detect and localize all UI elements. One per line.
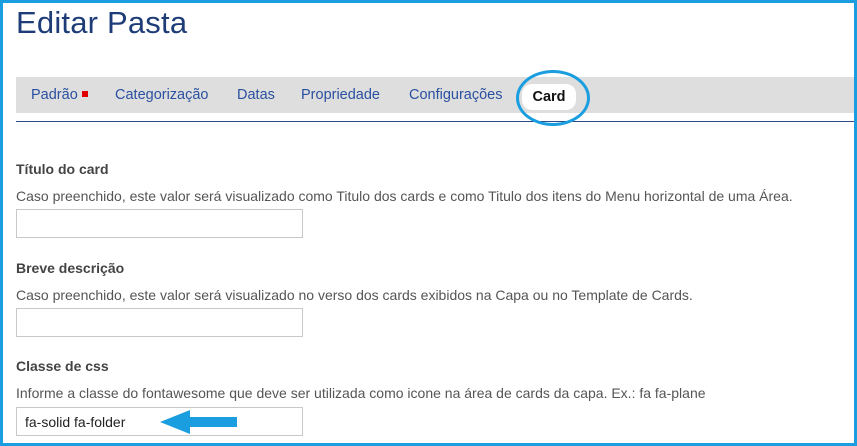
field-help-css: Informe a classe do fontawesome que deve… [16, 385, 706, 401]
tab-bar: Padrão Categorização Datas Propriedade C… [16, 77, 854, 113]
tab-label: Categorização [115, 87, 209, 103]
tab-padrao[interactable]: Padrão [31, 77, 88, 113]
tab-label: Padrão [31, 87, 78, 103]
tab-underline [16, 121, 854, 122]
required-marker [81, 91, 88, 98]
titulo-card-input[interactable] [16, 209, 303, 238]
tab-configuracoes[interactable]: Configurações [409, 77, 503, 113]
field-help-descricao: Caso preenchido, este valor será visuali… [16, 287, 693, 303]
tab-datas[interactable]: Datas [237, 77, 275, 113]
highlight-circle [516, 70, 590, 126]
field-help-titulo: Caso preenchido, este valor será visuali… [16, 188, 793, 204]
tab-propriedade[interactable]: Propriedade [301, 77, 380, 113]
field-label-titulo: Título do card [16, 161, 109, 177]
left-arrow-icon [160, 410, 237, 434]
field-label-descricao: Breve descrição [16, 260, 125, 276]
field-label-css: Classe de css [16, 358, 109, 374]
page-title: Editar Pasta [16, 5, 188, 40]
tab-label: Propriedade [301, 87, 380, 103]
tab-categorizacao[interactable]: Categorização [115, 77, 209, 113]
tab-label: Datas [237, 87, 275, 103]
tab-label: Configurações [409, 87, 503, 103]
breve-descricao-input[interactable] [16, 308, 303, 337]
